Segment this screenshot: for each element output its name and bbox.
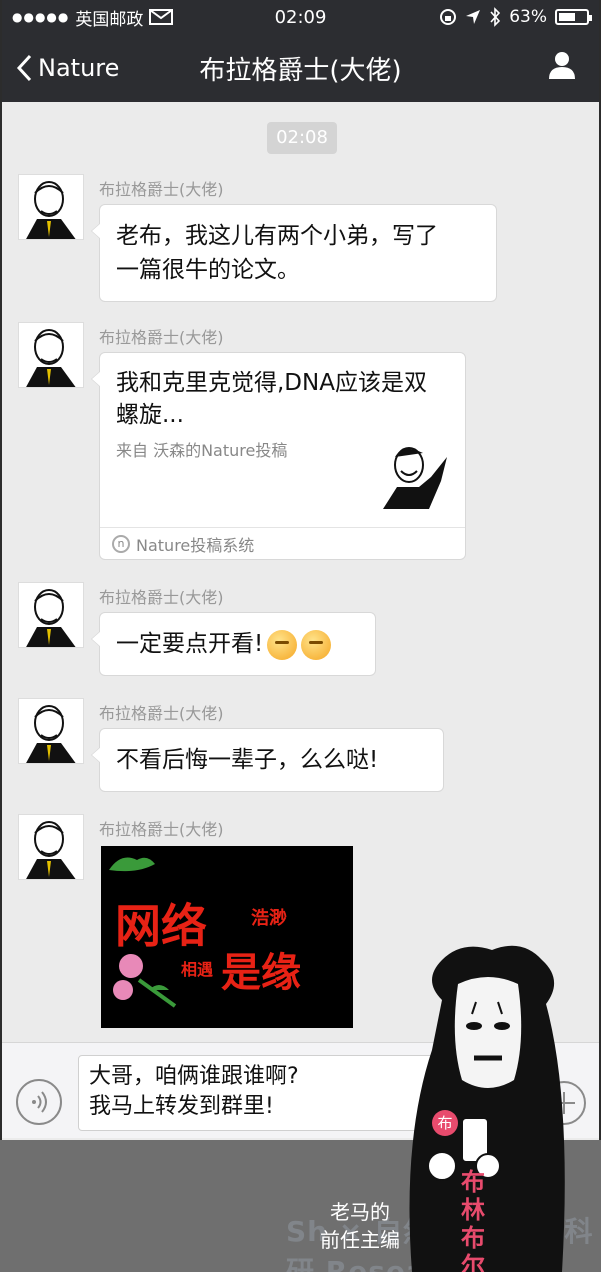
- message-text: 一定要点开看!: [116, 631, 264, 657]
- badge-circle: 布: [432, 1110, 458, 1136]
- image-text-meet: 相遇: [181, 960, 214, 979]
- smirk-emoji-icon: [267, 629, 298, 660]
- status-time: 02:09: [274, 6, 327, 28]
- flower-decoration: [113, 954, 177, 1008]
- battery-fill: [559, 13, 576, 21]
- name-vertical: 布林布尔: [461, 1168, 485, 1272]
- chevron-left-icon: [16, 54, 32, 82]
- person-icon[interactable]: [547, 50, 577, 80]
- status-bar: ●●●●● 英国邮政 02:09 63%: [2, 0, 599, 34]
- sender-name: 布拉格爵士(大佬): [99, 180, 224, 199]
- card-footer: n Nature投稿系统: [100, 527, 465, 559]
- sender-name: 布拉格爵士(大佬): [99, 588, 224, 607]
- avatar[interactable]: [18, 582, 84, 648]
- cartoon-thumbnail: [383, 447, 447, 509]
- overlay-caption: 老马的 前任主编: [300, 1198, 420, 1254]
- nav-bar: Nature 布拉格爵士(大佬): [2, 34, 599, 102]
- avatar[interactable]: [18, 814, 84, 880]
- message-bubble[interactable]: 不看后悔一辈子，么么哒!: [91, 728, 444, 792]
- nature-system-icon: n: [112, 534, 130, 553]
- image-message[interactable]: 网络 浩渺 相遇 是缘: [101, 846, 353, 1028]
- image-text-fate: 是缘: [221, 949, 301, 996]
- voice-button[interactable]: [16, 1079, 62, 1125]
- card-footer-label: Nature投稿系统: [136, 535, 255, 555]
- avatar[interactable]: [18, 322, 84, 388]
- caption-line-2: 前任主编: [320, 1228, 400, 1252]
- card-title: 我和克里克觉得,DNA应该是双螺旋...: [116, 370, 427, 428]
- back-button[interactable]: Nature: [2, 54, 119, 82]
- no-face-character: [409, 945, 565, 1272]
- image-text-net: 网络: [115, 899, 207, 953]
- link-card[interactable]: 我和克里克觉得,DNA应该是双螺旋... 来自 沃森的Nature投稿 n Na…: [91, 352, 466, 560]
- sender-name: 布拉格爵士(大佬): [99, 328, 224, 347]
- card-source: 来自 沃森的Nature投稿: [116, 441, 288, 460]
- message-bubble[interactable]: 一定要点开看!: [91, 612, 376, 676]
- chat-timestamp: 02:08: [267, 122, 337, 154]
- message-bubble[interactable]: 老布，我这儿有两个小弟，写了 一篇很牛的论文。: [91, 204, 497, 302]
- sender-name: 布拉格爵士(大佬): [99, 704, 224, 723]
- chat-area[interactable]: 02:08 布拉格爵士(大佬) 老布，我这儿有两个小弟，写了 一篇很牛的论文。 …: [2, 102, 599, 1042]
- sender-name: 布拉格爵士(大佬): [99, 820, 224, 839]
- image-text-vast: 浩渺: [251, 908, 287, 929]
- avatar[interactable]: [18, 698, 84, 764]
- caption-line-1: 老马的: [330, 1200, 390, 1224]
- battery-icon: [555, 9, 592, 25]
- voice-icon: [32, 1091, 47, 1113]
- avatar[interactable]: [18, 174, 84, 240]
- smirk-emoji-icon: [301, 629, 332, 660]
- leaf-decoration: [109, 857, 155, 872]
- back-label: Nature: [38, 54, 120, 82]
